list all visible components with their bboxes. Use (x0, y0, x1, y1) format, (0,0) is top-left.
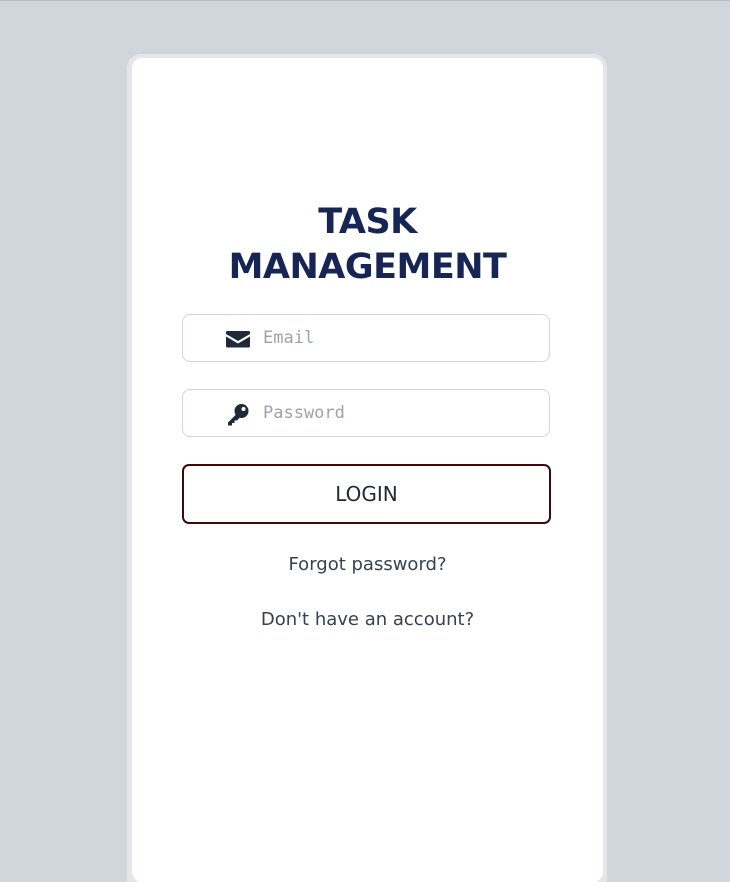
envelope-icon (225, 328, 251, 350)
password-input[interactable] (263, 390, 533, 436)
email-input[interactable] (263, 315, 533, 361)
login-card: TASK MANAGEMENT LOGIN Fo (132, 58, 603, 882)
password-field[interactable] (182, 389, 550, 437)
app-title-line-1: TASK (318, 202, 417, 242)
forgot-password-link[interactable]: Forgot password? (132, 553, 603, 577)
login-button[interactable]: LOGIN (182, 464, 551, 524)
app-title: TASK MANAGEMENT (132, 200, 603, 290)
email-field[interactable] (182, 314, 550, 362)
app-title-line-2: MANAGEMENT (228, 247, 507, 287)
signup-link[interactable]: Don't have an account? (132, 608, 603, 632)
key-icon (225, 403, 251, 426)
page-background: TASK MANAGEMENT LOGIN Fo (0, 0, 730, 882)
